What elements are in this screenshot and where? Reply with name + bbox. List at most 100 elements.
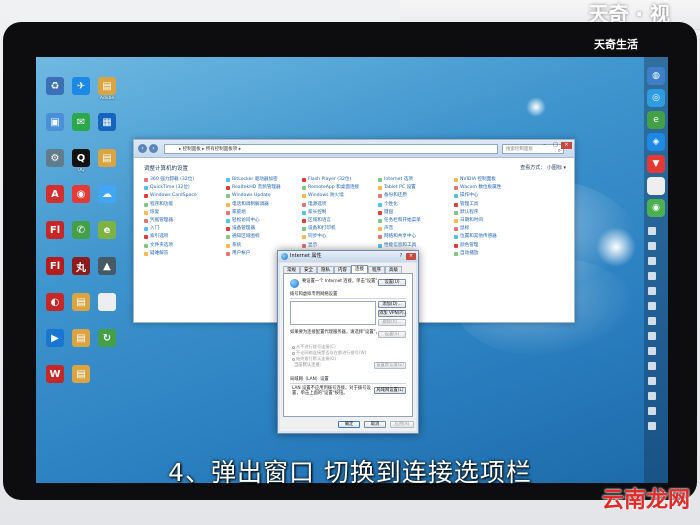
lan-settings-button[interactable]: 局域网设置(L)	[374, 387, 406, 394]
dock-mini-icon[interactable]	[648, 317, 656, 325]
control-panel-item[interactable]: 鼠标	[454, 226, 469, 232]
control-panel-item[interactable]: 日期和时间	[454, 218, 483, 224]
dock-icon[interactable]: ◍	[647, 67, 665, 85]
dock-icon[interactable]: ◈	[647, 133, 665, 151]
control-panel-item[interactable]: 文件夹选项	[144, 243, 173, 249]
tab-0[interactable]: 常规	[283, 266, 300, 273]
control-panel-item[interactable]: 凭据管理器	[144, 218, 173, 224]
control-panel-item[interactable]: 设备和打印机	[302, 226, 336, 232]
desktop-icon[interactable]: ▤ Adobe	[92, 77, 122, 101]
control-panel-item[interactable]: 电话和调制解调器	[226, 202, 269, 208]
dock-icon[interactable]: ◎	[647, 89, 665, 107]
control-panel-item[interactable]: Wacom 数位板属性	[454, 185, 501, 191]
setup-button[interactable]: 设置(U)	[378, 279, 406, 286]
control-panel-item[interactable]: 默认程序	[454, 210, 478, 216]
control-panel-item[interactable]: Windows CardSpace	[144, 193, 197, 199]
control-panel-item[interactable]: 索引选项	[144, 234, 168, 240]
set-default-button[interactable]: 设置默认值(E)	[374, 362, 406, 369]
forward-arrow-icon[interactable]: ›	[149, 144, 158, 153]
tab-4[interactable]: 连接	[351, 265, 368, 273]
control-panel-item[interactable]: 网络和共享中心	[378, 234, 416, 240]
control-panel-item[interactable]: 自动播放	[454, 251, 478, 257]
dock-icon[interactable]: e	[647, 111, 665, 129]
tab-3[interactable]: 内容	[334, 266, 351, 273]
radio-never-dial[interactable]: 从不进行拨号连接(C)	[292, 344, 336, 349]
tab-1[interactable]: 安全	[300, 266, 317, 273]
dock-mini-icon[interactable]	[648, 302, 656, 310]
control-panel-item[interactable]: Tablet PC 设置	[378, 185, 416, 191]
add-button[interactable]: 添加(D)...	[378, 301, 406, 308]
tab-2[interactable]: 隐私	[317, 266, 334, 273]
control-panel-item[interactable]: 键盘	[378, 210, 393, 216]
control-panel-item[interactable]: 颜色管理	[454, 243, 478, 249]
radio-always-dial[interactable]: 始终拨打默认连接(O)	[292, 356, 336, 361]
dock-mini-icon[interactable]	[648, 287, 656, 295]
maximize-icon[interactable]: □	[550, 142, 561, 149]
close-icon[interactable]: ×	[406, 253, 416, 260]
dock-mini-icon[interactable]	[648, 347, 656, 355]
cancel-button[interactable]: 取消	[364, 421, 386, 428]
control-panel-item[interactable]: 程序和功能	[144, 202, 173, 208]
dock-mini-icon[interactable]	[648, 242, 656, 250]
ok-button[interactable]: 确定	[338, 421, 360, 428]
control-panel-item[interactable]: Windows Update	[226, 193, 271, 199]
back-arrow-icon[interactable]: ‹	[138, 144, 147, 153]
desktop-icon[interactable]	[92, 293, 122, 312]
dock-mini-icon[interactable]	[648, 377, 656, 385]
dock-icon[interactable]: ▼	[647, 155, 665, 173]
tab-6[interactable]: 高级	[385, 266, 402, 273]
dock-mini-icon[interactable]	[648, 227, 656, 235]
dock-mini-icon[interactable]	[648, 407, 656, 415]
control-panel-item[interactable]: 系统	[226, 243, 241, 249]
control-panel-item[interactable]: 性能信息和工具	[378, 243, 416, 249]
dock-mini-icon[interactable]	[648, 272, 656, 280]
control-panel-item[interactable]: RealtekHD 音频管理器	[226, 185, 281, 191]
dock-mini-icon[interactable]	[648, 362, 656, 370]
control-panel-item[interactable]: 任务栏和开始菜单	[378, 218, 421, 224]
control-panel-item[interactable]: 操作中心	[454, 193, 478, 199]
desktop-icon[interactable]: ▤	[92, 149, 122, 168]
add-vpn-button[interactable]: 添加 VPN(P)...	[378, 310, 408, 317]
close-icon[interactable]: ×	[561, 142, 572, 149]
settings-button[interactable]: 设置(S)	[378, 331, 406, 338]
desktop-icon[interactable]: ▲	[92, 257, 122, 276]
tab-5[interactable]: 程序	[368, 266, 385, 273]
control-panel-item[interactable]: 通知区域图标	[226, 234, 260, 240]
control-panel-item[interactable]: 个性化	[378, 202, 398, 208]
dock-mini-icon[interactable]	[648, 422, 656, 430]
control-panel-item[interactable]: 入门	[144, 226, 159, 232]
radio-dial-when-no-network[interactable]: 不论网络连接是否存在都进行拨号(W)	[292, 350, 366, 355]
control-panel-item[interactable]: 360 强力卸载 (32位)	[144, 177, 194, 183]
control-panel-item[interactable]: 恢复	[144, 210, 159, 216]
control-panel-item[interactable]: 用户帐户	[226, 251, 250, 257]
control-panel-item[interactable]: Flash Player (32位)	[302, 177, 351, 183]
dock-mini-icon[interactable]	[648, 392, 656, 400]
control-panel-item[interactable]: Windows 防火墙	[302, 193, 344, 199]
control-panel-item[interactable]: 设备管理器	[226, 226, 255, 232]
dock-icon[interactable]	[647, 177, 665, 195]
control-panel-item[interactable]: 家庭组	[226, 210, 246, 216]
desktop-icon[interactable]: ▦	[92, 113, 122, 132]
connections-list[interactable]	[290, 301, 376, 325]
control-panel-item[interactable]: 电源选项	[302, 202, 326, 208]
control-panel-item[interactable]: 区域和语言	[302, 218, 331, 224]
desktop-icon[interactable]: e	[92, 221, 122, 240]
control-panel-item[interactable]: RemoteApp 和桌面连接	[302, 185, 359, 191]
control-panel-item[interactable]: 家长控制	[302, 210, 326, 216]
dock-icon[interactable]: ◉	[647, 199, 665, 217]
remove-button[interactable]: 删除(R)...	[378, 319, 406, 326]
control-panel-item[interactable]: Internet 选项	[378, 177, 413, 183]
desktop-icon[interactable]: ▤	[66, 365, 96, 384]
control-panel-item[interactable]: NVIDIA 控制面板	[454, 177, 496, 183]
control-panel-item[interactable]: 声音	[378, 226, 393, 232]
control-panel-item[interactable]: 备份和还原	[378, 193, 407, 199]
control-panel-item[interactable]: 显示	[302, 243, 317, 249]
dock-mini-icon[interactable]	[648, 257, 656, 265]
desktop-icon[interactable]: ☁	[92, 185, 122, 204]
control-panel-item[interactable]: 位置和其他传感器	[454, 234, 497, 240]
minimize-icon[interactable]: –	[539, 142, 550, 149]
view-by-dropdown[interactable]: 查看方式： 小图标 ▾	[520, 164, 566, 171]
control-panel-item[interactable]: 同步中心	[302, 234, 326, 240]
help-icon[interactable]: ?	[397, 253, 405, 260]
control-panel-item[interactable]: 轻松访问中心	[226, 218, 260, 224]
